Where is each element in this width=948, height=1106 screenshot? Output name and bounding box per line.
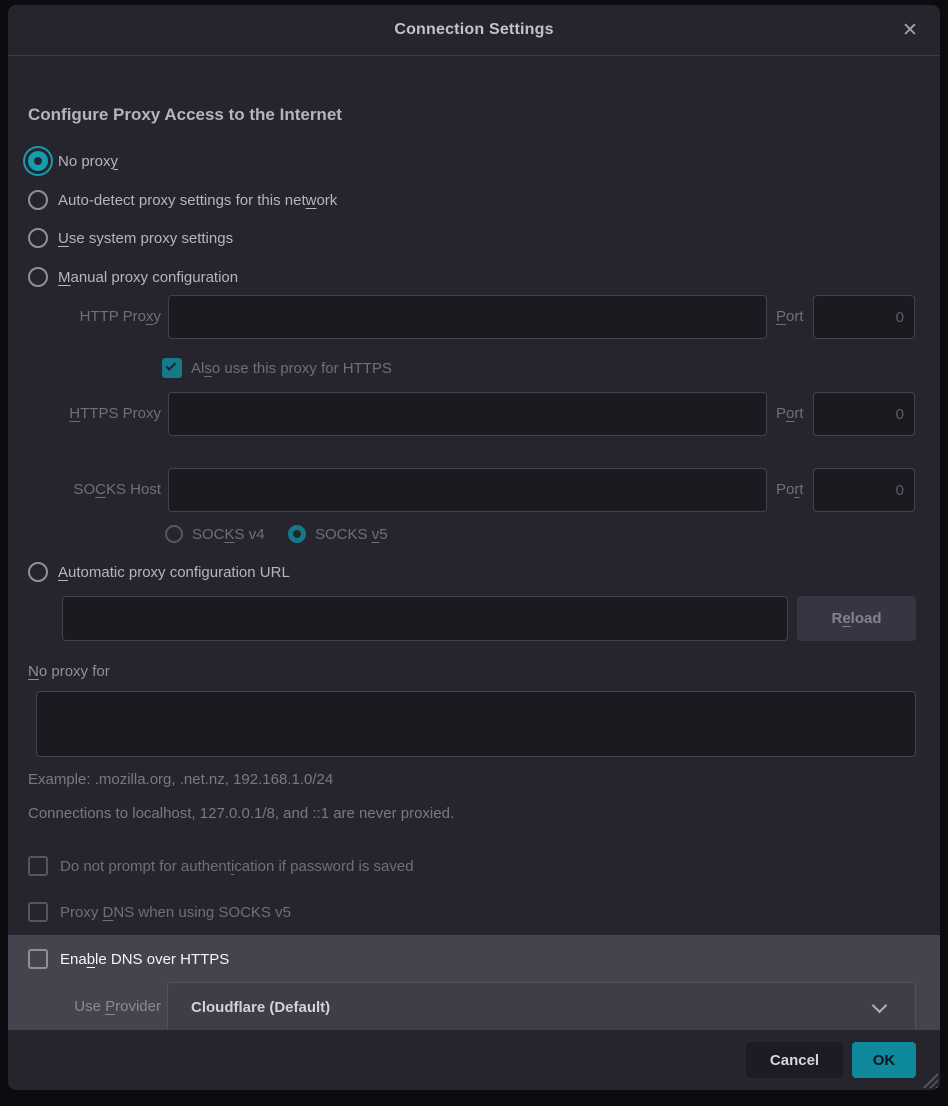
connection-settings-dialog: Connection Settings ✕ Configure Proxy Ac… [8, 5, 940, 1090]
checkbox-no-auth-prompt[interactable]: Do not prompt for authentication if pass… [28, 852, 414, 880]
http-port-input[interactable] [813, 295, 915, 339]
close-icon: ✕ [902, 19, 918, 42]
doh-provider-value: Cloudflare (Default) [191, 999, 330, 1016]
https-proxy-input[interactable] [168, 392, 767, 436]
radio-label: Automatic proxy configuration URL [58, 564, 290, 581]
checkbox-icon[interactable] [162, 358, 182, 378]
dialog-title: Connection Settings [8, 5, 940, 55]
close-button[interactable]: ✕ [894, 14, 926, 46]
checkbox-label: Enable DNS over HTTPS [60, 951, 229, 968]
radio-icon[interactable] [28, 151, 48, 171]
checkmark-icon [166, 360, 177, 371]
https-port-input[interactable] [813, 392, 915, 436]
checkbox-proxy-dns-socks5[interactable]: Proxy DNS when using SOCKS v5 [28, 898, 291, 926]
radio-label: Manual proxy configuration [58, 269, 238, 286]
checkbox-label: Do not prompt for authentication if pass… [60, 858, 414, 875]
reload-button[interactable]: Reload [797, 596, 916, 641]
radio-icon[interactable] [165, 525, 183, 543]
checkbox-icon[interactable] [28, 949, 48, 969]
socks-host-input[interactable] [168, 468, 767, 512]
dialog-titlebar: Connection Settings ✕ [8, 5, 940, 56]
radio-auto-detect[interactable]: Auto-detect proxy settings for this netw… [28, 185, 337, 215]
checkbox-share-proxy[interactable]: Also use this proxy for HTTPS [162, 355, 392, 381]
socks-port-input[interactable] [813, 468, 915, 512]
http-port-label: Port [776, 295, 804, 339]
radio-use-system-proxy[interactable]: Use system proxy settings [28, 223, 233, 253]
radio-icon[interactable] [28, 228, 48, 248]
https-proxy-label: HTTPS Proxy [8, 392, 161, 436]
no-proxy-for-textarea[interactable] [36, 691, 916, 757]
radio-label: Use system proxy settings [58, 230, 233, 247]
socks-host-label: SOCKS Host [8, 468, 161, 512]
radio-socks-v4[interactable]: SOCKS v4 [165, 520, 265, 548]
doh-section: Enable DNS over HTTPS Use Provider Cloud… [8, 935, 940, 1030]
example-hint: Example: .mozilla.org, .net.nz, 192.168.… [28, 771, 333, 788]
radio-icon[interactable] [28, 267, 48, 287]
http-proxy-input[interactable] [168, 295, 767, 339]
page-title: Configure Proxy Access to the Internet [28, 105, 342, 125]
ok-button[interactable]: OK [852, 1042, 916, 1078]
radio-label: No proxy [58, 153, 118, 170]
radio-socks-v5[interactable]: SOCKS v5 [288, 520, 388, 548]
socks-port-label: Port [776, 468, 804, 512]
radio-manual-proxy[interactable]: Manual proxy configuration [28, 262, 238, 292]
checkbox-icon[interactable] [28, 856, 48, 876]
autoconfig-url-input[interactable] [62, 596, 788, 641]
radio-no-proxy[interactable]: No proxy [28, 146, 118, 176]
chevron-down-icon [872, 998, 888, 1014]
checkbox-enable-doh[interactable]: Enable DNS over HTTPS [28, 945, 229, 973]
radio-label: SOCKS v4 [192, 526, 265, 543]
https-port-label: Port [776, 392, 804, 436]
radio-autoconfig-url[interactable]: Automatic proxy configuration URL [28, 557, 290, 587]
checkbox-icon[interactable] [28, 902, 48, 922]
radio-icon[interactable] [28, 562, 48, 582]
resize-grip-icon[interactable] [921, 1073, 938, 1088]
no-proxy-for-label: No proxy for [28, 658, 110, 684]
radio-label: Auto-detect proxy settings for this netw… [58, 192, 337, 209]
checkbox-label: Proxy DNS when using SOCKS v5 [60, 904, 291, 921]
doh-provider-dropdown[interactable]: Cloudflare (Default) [167, 982, 916, 1030]
radio-icon[interactable] [28, 190, 48, 210]
doh-provider-label: Use Provider [8, 985, 161, 1029]
cancel-button[interactable]: Cancel [746, 1042, 843, 1078]
checkbox-label: Also use this proxy for HTTPS [191, 360, 392, 377]
radio-label: SOCKS v5 [315, 526, 388, 543]
radio-icon[interactable] [288, 525, 306, 543]
localhost-note: Connections to localhost, 127.0.0.1/8, a… [28, 805, 454, 822]
http-proxy-label: HTTP Proxy [8, 295, 161, 339]
